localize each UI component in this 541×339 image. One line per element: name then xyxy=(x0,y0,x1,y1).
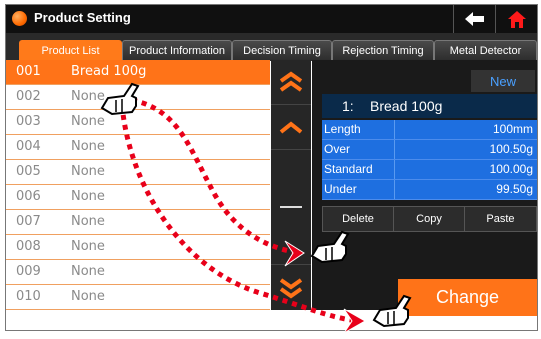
product-number: 005 xyxy=(16,164,41,179)
delete-button[interactable]: Delete xyxy=(322,206,394,232)
product-name: None xyxy=(71,264,105,279)
product-name: None xyxy=(71,214,105,229)
detail-value: 100.50g xyxy=(489,142,533,156)
product-number: 002 xyxy=(16,89,41,104)
divider xyxy=(394,140,395,159)
detail-row-length[interactable]: Length 100mm xyxy=(322,120,537,140)
scroll-track[interactable] xyxy=(271,150,311,265)
detail-value: 100.00g xyxy=(489,162,533,176)
paste-button[interactable]: Paste xyxy=(464,206,537,232)
tab-label: Metal Detector xyxy=(449,45,522,57)
product-row[interactable]: 005 None xyxy=(6,160,270,185)
product-number: 010 xyxy=(16,289,41,304)
selected-product-name: Bread 100g xyxy=(370,98,443,114)
tab-label: Product List xyxy=(41,45,100,57)
scroll-top-button[interactable] xyxy=(271,60,311,105)
product-row[interactable]: 006 None xyxy=(6,185,270,210)
list-scroll-controls xyxy=(271,60,311,310)
divider xyxy=(394,180,395,199)
product-number: 004 xyxy=(16,139,41,154)
tab-bar: Product List Product Information Decisio… xyxy=(6,33,537,61)
product-name: None xyxy=(71,139,105,154)
detail-value: 99.50g xyxy=(496,182,533,196)
scroll-up-button[interactable] xyxy=(271,105,311,150)
product-row[interactable]: 003 None xyxy=(6,110,270,135)
tab-product-information[interactable]: Product Information xyxy=(122,40,232,61)
detail-value: 100mm xyxy=(492,122,533,136)
tab-decision-timing[interactable]: Decision Timing xyxy=(232,40,332,61)
product-number: 007 xyxy=(16,214,41,229)
copy-button[interactable]: Copy xyxy=(393,206,465,232)
tab-product-list[interactable]: Product List xyxy=(19,40,122,61)
detail-row-standard[interactable]: Standard 100.00g xyxy=(322,160,537,180)
status-dot-icon xyxy=(12,11,27,26)
tab-label: Product Information xyxy=(129,45,225,57)
product-row[interactable]: 009 None xyxy=(6,260,270,285)
detail-label: Over xyxy=(324,142,351,156)
product-row[interactable]: 001 Bread 100g xyxy=(6,60,270,85)
detail-label: Under xyxy=(324,182,357,196)
product-name: None xyxy=(71,89,105,104)
double-chevron-down-icon xyxy=(279,277,303,298)
product-list: 001 Bread 100g 002 None 003 None 004 None 005 Non… xyxy=(6,60,270,310)
new-button[interactable]: New xyxy=(471,70,535,92)
back-arrow-icon xyxy=(464,12,484,26)
product-name: None xyxy=(71,239,105,254)
product-detail-panel: New 1: Bread 100g Length 100mm Over 100.… xyxy=(312,60,537,316)
product-row[interactable]: 002 None xyxy=(6,85,270,110)
product-number: 003 xyxy=(16,114,41,129)
chevron-up-icon xyxy=(279,121,303,134)
product-name: None xyxy=(71,114,105,129)
divider xyxy=(394,120,395,139)
product-row[interactable]: 008 None xyxy=(6,235,270,260)
product-number: 001 xyxy=(16,64,41,79)
product-number: 009 xyxy=(16,264,41,279)
product-name: None xyxy=(71,189,105,204)
window-title: Product Setting xyxy=(34,10,131,25)
tab-metal-detector[interactable]: Metal Detector xyxy=(434,40,537,61)
product-number: 008 xyxy=(16,239,41,254)
detail-row-over[interactable]: Over 100.50g xyxy=(322,140,537,160)
tab-rejection-timing[interactable]: Rejection Timing xyxy=(332,40,434,61)
selected-product-header: 1: Bread 100g xyxy=(322,94,537,118)
product-number: 006 xyxy=(16,189,41,204)
detail-row-under[interactable]: Under 99.50g xyxy=(322,180,537,200)
selected-product-index: 1: xyxy=(342,98,354,114)
scroll-thumb-icon xyxy=(280,206,302,208)
home-button[interactable] xyxy=(495,5,537,33)
home-icon xyxy=(507,10,526,28)
title-bar: Product Setting xyxy=(6,5,537,33)
product-row[interactable]: 004 None xyxy=(6,135,270,160)
back-button[interactable] xyxy=(453,5,495,33)
product-name: None xyxy=(71,164,105,179)
detail-label: Standard xyxy=(324,162,373,176)
tab-label: Decision Timing xyxy=(243,45,321,57)
change-button[interactable]: Change xyxy=(398,279,537,316)
detail-label: Length xyxy=(324,122,361,136)
double-chevron-up-icon xyxy=(279,71,303,92)
product-row[interactable]: 007 None xyxy=(6,210,270,235)
product-row[interactable]: 010 None xyxy=(6,285,270,310)
product-name: None xyxy=(71,289,105,304)
tab-label: Rejection Timing xyxy=(342,45,424,57)
divider xyxy=(394,160,395,179)
app-window: Product Setting Product List Product Inf… xyxy=(5,4,538,331)
product-name: Bread 100g xyxy=(71,64,147,79)
scroll-bottom-button[interactable] xyxy=(271,265,311,310)
